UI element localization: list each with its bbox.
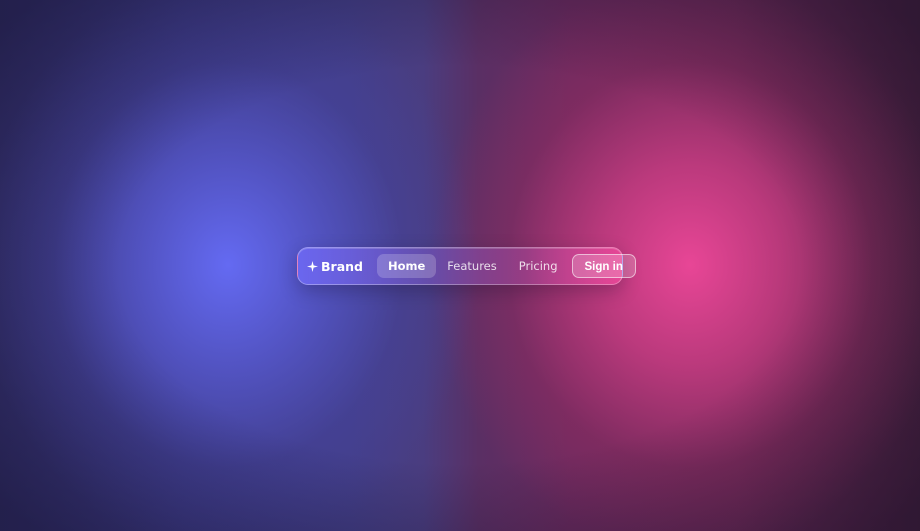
sign-in-button[interactable]: Sign in bbox=[571, 254, 636, 278]
nav-link-pricing[interactable]: Pricing bbox=[508, 254, 569, 278]
brand-label: Brand bbox=[321, 258, 363, 274]
brand-logo[interactable]: Brand bbox=[307, 259, 363, 274]
nav-links: Home Features Pricing bbox=[376, 254, 569, 278]
nav-link-home[interactable]: Home bbox=[376, 254, 437, 278]
sparkle-icon bbox=[307, 260, 318, 272]
navigation-bar: Brand Home Features Pricing Sign in bbox=[297, 247, 636, 285]
page-background: Brand Home Features Pricing Sign in bbox=[0, 0, 920, 531]
nav-link-features[interactable]: Features bbox=[436, 254, 507, 278]
